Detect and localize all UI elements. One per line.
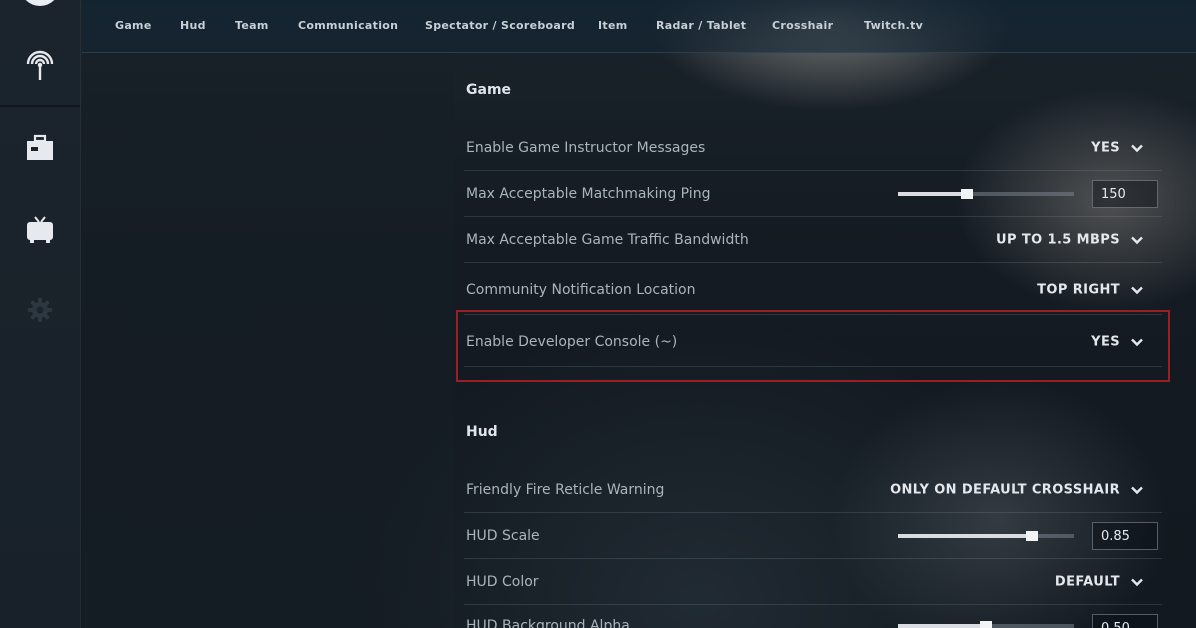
setting-dropdown[interactable]: TOP RIGHT	[1037, 283, 1144, 298]
setting-row-friendly-fire-warning: Friendly Fire Reticle Warning ONLY ON DE…	[464, 468, 1162, 513]
setting-dropdown[interactable]: DEFAULT	[1055, 575, 1144, 590]
slider-thumb[interactable]	[1025, 531, 1038, 541]
briefcase-icon[interactable]	[24, 132, 56, 164]
slider-fill	[898, 192, 967, 196]
tab-item[interactable]: Item	[598, 19, 627, 32]
hud-alpha-value-input[interactable]	[1092, 614, 1158, 628]
dropdown-value: UP TO 1.5 MBPS	[996, 232, 1120, 248]
tab-hud[interactable]: Hud	[180, 19, 206, 32]
dropdown-value: YES	[1091, 140, 1120, 156]
setting-label: Max Acceptable Game Traffic Bandwidth	[466, 232, 749, 248]
setting-row-traffic-bandwidth: Max Acceptable Game Traffic Bandwidth UP…	[464, 218, 1162, 263]
left-panel	[82, 52, 454, 628]
section-title-hud: Hud	[466, 424, 498, 440]
chevron-down-icon	[1131, 144, 1143, 152]
slider-thumb[interactable]	[980, 621, 992, 628]
setting-label: Enable Game Instructor Messages	[466, 140, 706, 156]
chevron-down-icon	[1131, 486, 1143, 494]
slider-fill	[898, 534, 1032, 538]
setting-row-game-instructor: Enable Game Instructor Messages YES	[464, 126, 1162, 171]
tab-spectator-scoreboard[interactable]: Spectator / Scoreboard	[425, 19, 575, 32]
setting-row-hud-background-alpha: HUD Background Alpha	[464, 606, 1162, 628]
ping-slider[interactable]	[898, 189, 1074, 199]
slider-fill	[898, 624, 986, 628]
setting-label: Friendly Fire Reticle Warning	[466, 482, 665, 498]
tab-communication[interactable]: Communication	[298, 19, 398, 32]
tab-twitch-tv[interactable]: Twitch.tv	[864, 19, 923, 32]
broadcast-antenna-icon[interactable]	[24, 50, 56, 82]
setting-label: HUD Scale	[466, 528, 540, 544]
dropdown-value: DEFAULT	[1054, 574, 1120, 590]
tv-icon[interactable]	[24, 214, 56, 246]
setting-label: Community Notification Location	[466, 282, 696, 298]
ping-value-input[interactable]	[1092, 180, 1158, 208]
tab-game[interactable]: Game	[115, 19, 152, 32]
hud-alpha-slider[interactable]	[898, 621, 1074, 628]
setting-label: HUD Color	[466, 574, 539, 590]
hud-scale-value-input[interactable]	[1092, 522, 1158, 550]
setting-row-notification-location: Community Notification Location TOP RIGH…	[464, 266, 1162, 315]
setting-dropdown[interactable]: ONLY ON DEFAULT CROSSHAIR	[890, 483, 1144, 498]
avatar[interactable]	[20, 0, 60, 6]
setting-dropdown[interactable]: YES	[1091, 141, 1144, 156]
highlight-box	[456, 310, 1170, 382]
sidebar-divider	[0, 105, 80, 107]
slider-thumb[interactable]	[960, 189, 973, 199]
setting-row-matchmaking-ping: Max Acceptable Matchmaking Ping	[464, 172, 1162, 217]
setting-dropdown[interactable]: UP TO 1.5 MBPS	[996, 233, 1144, 248]
section-title-game: Game	[466, 82, 512, 98]
tab-team[interactable]: Team	[235, 19, 269, 32]
settings-tab-bar: Game Hud Team Communication Spectator / …	[82, 0, 1196, 53]
sidebar	[0, 0, 81, 628]
dropdown-value: ONLY ON DEFAULT CROSSHAIR	[890, 482, 1120, 498]
setting-row-hud-color: HUD Color DEFAULT	[464, 560, 1162, 605]
tab-radar-tablet[interactable]: Radar / Tablet	[656, 19, 746, 32]
gear-icon[interactable]	[24, 294, 56, 326]
tab-crosshair[interactable]: Crosshair	[772, 19, 833, 32]
setting-label: HUD Background Alpha	[466, 618, 630, 628]
chevron-down-icon	[1131, 236, 1143, 244]
setting-row-hud-scale: HUD Scale	[464, 514, 1162, 559]
hud-scale-slider[interactable]	[898, 531, 1074, 541]
setting-label: Max Acceptable Matchmaking Ping	[466, 186, 711, 202]
chevron-down-icon	[1131, 578, 1143, 586]
chevron-down-icon	[1131, 286, 1143, 294]
dropdown-value: TOP RIGHT	[1037, 282, 1120, 298]
